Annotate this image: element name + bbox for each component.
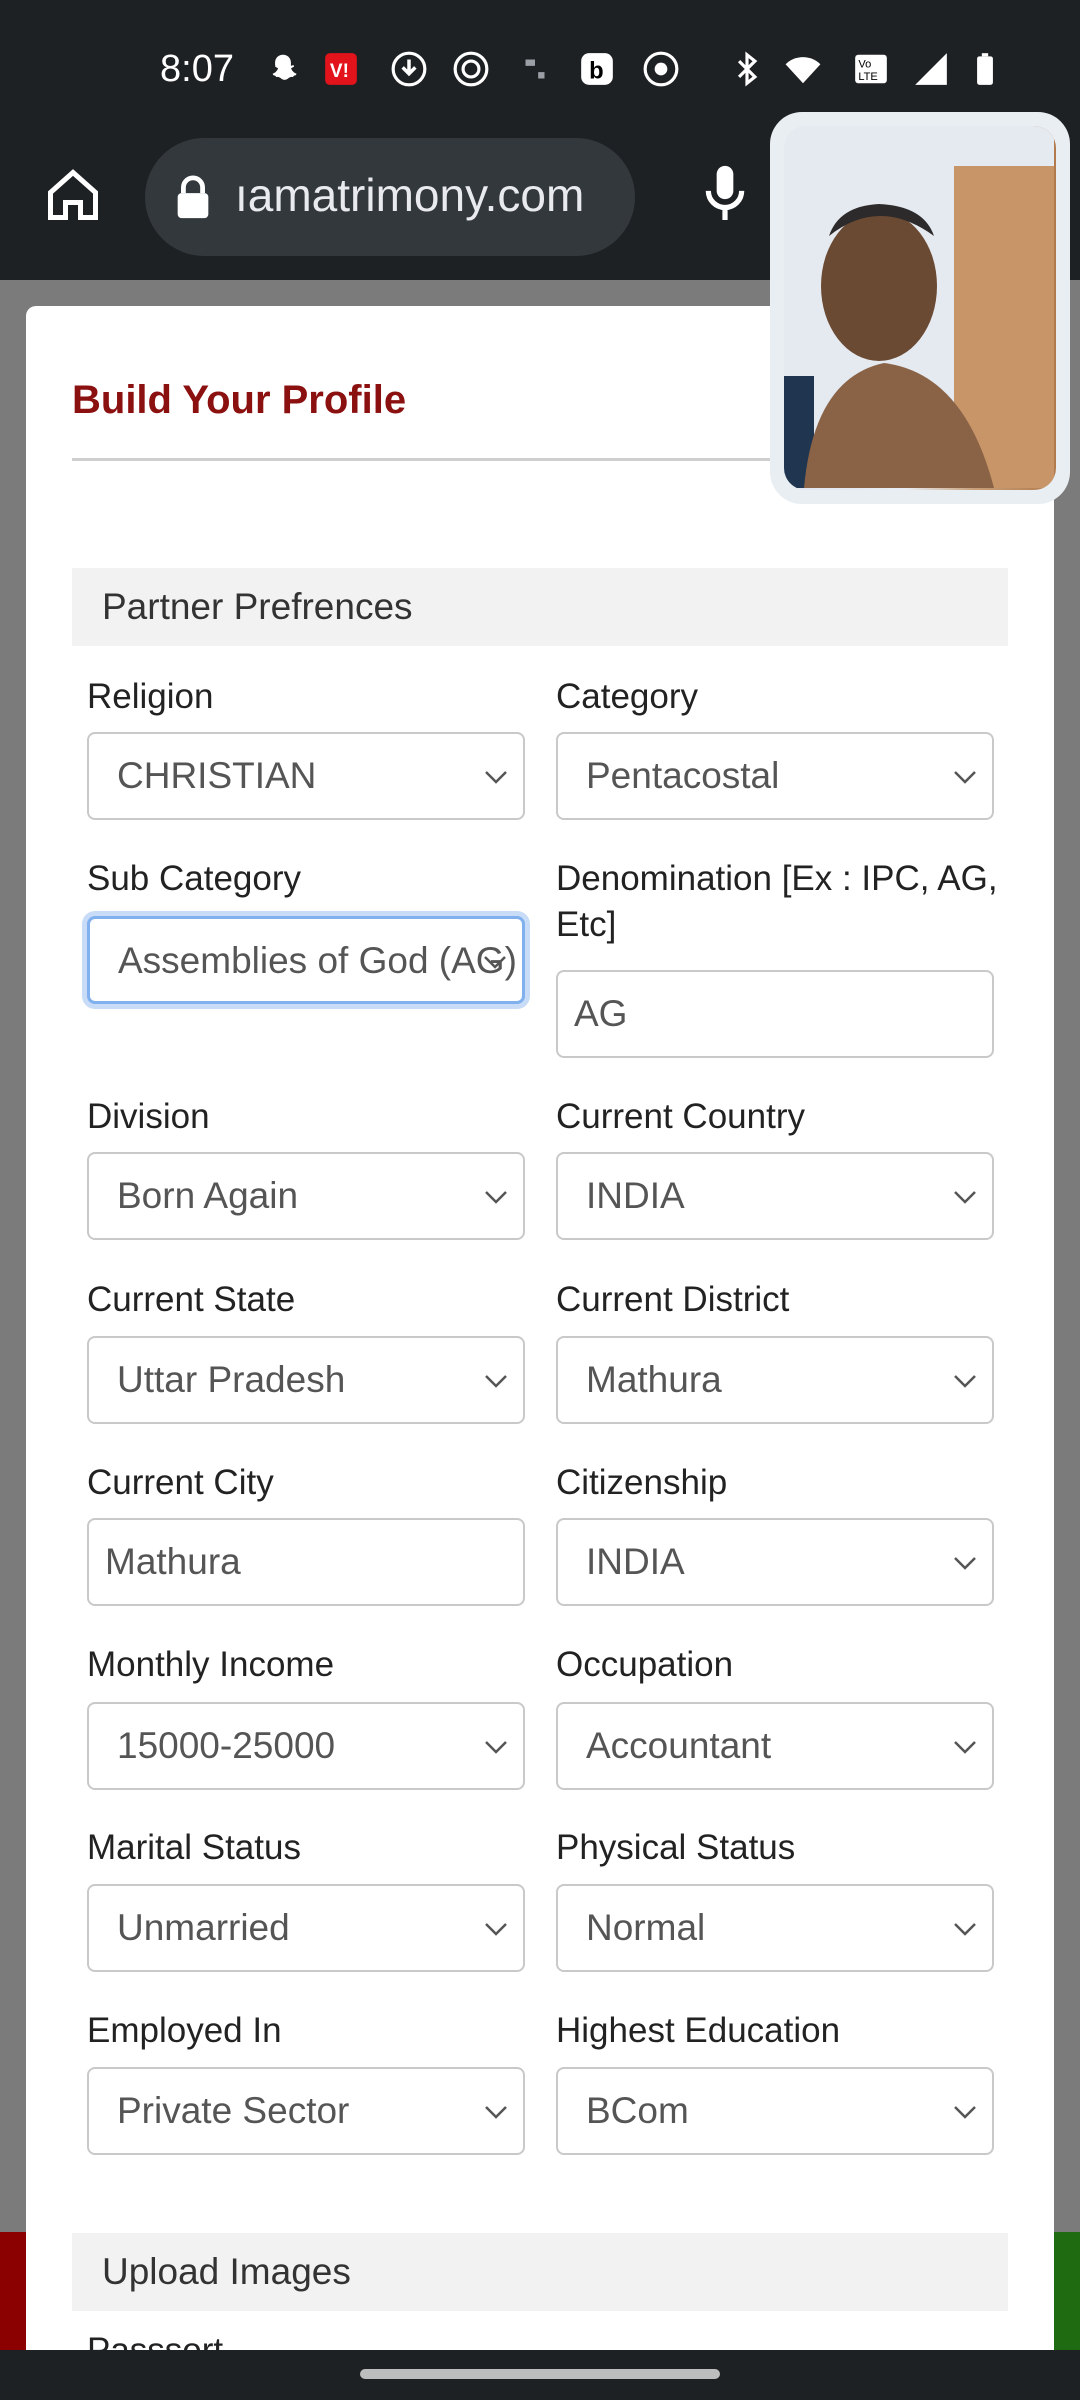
modal-title: Build Your Profile bbox=[72, 378, 407, 422]
current-city-input[interactable]: Mathura bbox=[87, 1518, 525, 1606]
category-label: Category bbox=[556, 677, 699, 716]
lock-icon bbox=[177, 175, 209, 219]
employed-in-label: Employed In bbox=[87, 2011, 282, 2050]
current-city-label: Current City bbox=[87, 1463, 274, 1502]
chevron-down-icon bbox=[954, 1375, 976, 1388]
video-feed bbox=[784, 126, 1056, 490]
religion-value: CHRISTIAN bbox=[117, 755, 317, 796]
denomination-label: Denomination [Ex : IPC, AG, Etc] bbox=[556, 859, 998, 944]
citizenship-value: INDIA bbox=[586, 1541, 685, 1582]
current-state-value: Uttar Pradesh bbox=[117, 1359, 346, 1400]
passport-label-partial: Passsort bbox=[87, 2328, 537, 2350]
battery-icon bbox=[966, 50, 1004, 88]
page-footer-green bbox=[1050, 2232, 1080, 2350]
current-country-label: Current Country bbox=[556, 1097, 805, 1136]
sub-category-select[interactable]: Assemblies of God (AG) bbox=[87, 916, 525, 1004]
citizenship-label: Citizenship bbox=[556, 1463, 728, 1502]
build-profile-modal: Build Your Profile Partner Prefrences Re… bbox=[26, 306, 1054, 2350]
home-gesture-handle[interactable] bbox=[360, 2369, 720, 2379]
sub-category-value: Assemblies of God (AG) bbox=[118, 940, 517, 981]
monthly-income-label: Monthly Income bbox=[87, 1645, 335, 1684]
religion-select[interactable]: CHRISTIAN bbox=[87, 732, 525, 820]
marital-status-value: Unmarried bbox=[117, 1907, 290, 1948]
chevron-down-icon bbox=[485, 771, 507, 784]
physical-status-value: Normal bbox=[586, 1907, 706, 1948]
svg-text:V!: V! bbox=[330, 61, 349, 82]
chevron-down-icon bbox=[954, 2106, 976, 2119]
download-icon bbox=[390, 50, 428, 88]
pip-video-window[interactable] bbox=[770, 112, 1070, 504]
current-country-select[interactable]: INDIA bbox=[556, 1152, 994, 1240]
occupation-select[interactable]: Accountant bbox=[556, 1702, 994, 1790]
mic-icon[interactable] bbox=[700, 160, 760, 240]
monthly-income-value: 15000-25000 bbox=[117, 1725, 336, 1766]
current-country-value: INDIA bbox=[586, 1175, 685, 1216]
occupation-label: Occupation bbox=[556, 1645, 734, 1684]
app-icon bbox=[452, 50, 490, 88]
svg-text:b: b bbox=[589, 58, 604, 85]
denomination-input[interactable]: AG bbox=[556, 970, 994, 1058]
chevron-down-icon bbox=[954, 1191, 976, 1204]
highest-education-value: BCom bbox=[586, 2090, 689, 2131]
chevron-down-icon bbox=[485, 2106, 507, 2119]
division-label: Division bbox=[87, 1097, 210, 1136]
religion-label: Religion bbox=[87, 677, 214, 716]
chevron-down-icon bbox=[485, 1741, 507, 1754]
section-upload-images: Upload Images bbox=[72, 2233, 1008, 2311]
status-time: 8:07 bbox=[160, 48, 234, 90]
media-icon bbox=[516, 50, 554, 88]
vi-app-icon: V! bbox=[322, 50, 360, 88]
current-state-select[interactable]: Uttar Pradesh bbox=[87, 1336, 525, 1424]
svg-text:LTE: LTE bbox=[858, 71, 878, 83]
chevron-down-icon bbox=[954, 1741, 976, 1754]
chevron-down-icon bbox=[954, 771, 976, 784]
sub-category-label: Sub Category bbox=[87, 859, 302, 898]
chevron-down-icon bbox=[954, 1923, 976, 1936]
employed-in-value: Private Sector bbox=[117, 2090, 350, 2131]
category-value: Pentacostal bbox=[586, 755, 780, 796]
highest-education-label: Highest Education bbox=[556, 2011, 841, 2050]
chevron-down-icon bbox=[485, 1375, 507, 1388]
signal-icon bbox=[912, 50, 950, 88]
physical-status-label: Physical Status bbox=[556, 1828, 796, 1867]
employed-in-select[interactable]: Private Sector bbox=[87, 2067, 525, 2155]
division-select[interactable]: Born Again bbox=[87, 1152, 525, 1240]
chrome-icon bbox=[642, 50, 680, 88]
wifi-icon bbox=[784, 50, 822, 88]
chevron-down-icon bbox=[485, 1923, 507, 1936]
url-text: ıamatrimony.com bbox=[235, 169, 585, 221]
category-select[interactable]: Pentacostal bbox=[556, 732, 994, 820]
current-district-value: Mathura bbox=[586, 1359, 722, 1400]
physical-status-select[interactable]: Normal bbox=[556, 1884, 994, 1972]
current-district-label: Current District bbox=[556, 1280, 790, 1319]
section-partner-preferences: Partner Prefrences bbox=[72, 568, 1008, 646]
citizenship-select[interactable]: INDIA bbox=[556, 1518, 994, 1606]
marital-status-label: Marital Status bbox=[87, 1828, 301, 1867]
current-district-select[interactable]: Mathura bbox=[556, 1336, 994, 1424]
chevron-down-icon bbox=[485, 1191, 507, 1204]
person-image bbox=[784, 126, 1054, 488]
division-value: Born Again bbox=[117, 1175, 299, 1216]
current-state-label: Current State bbox=[87, 1280, 296, 1319]
chevron-down-icon bbox=[954, 1557, 976, 1570]
chevron-down-icon bbox=[484, 956, 506, 969]
bluetooth-icon bbox=[728, 50, 766, 88]
highest-education-select[interactable]: BCom bbox=[556, 2067, 994, 2155]
volte-icon: Vo LTE bbox=[852, 50, 890, 88]
svg-text:Vo: Vo bbox=[858, 58, 871, 70]
url-bar[interactable]: ıamatrimony.com bbox=[145, 138, 635, 256]
b-app-icon: b bbox=[578, 50, 616, 88]
monthly-income-select[interactable]: 15000-25000 bbox=[87, 1702, 525, 1790]
occupation-value: Accountant bbox=[586, 1725, 772, 1766]
home-icon[interactable] bbox=[38, 160, 108, 230]
marital-status-select[interactable]: Unmarried bbox=[87, 1884, 525, 1972]
snapchat-icon bbox=[264, 50, 302, 88]
